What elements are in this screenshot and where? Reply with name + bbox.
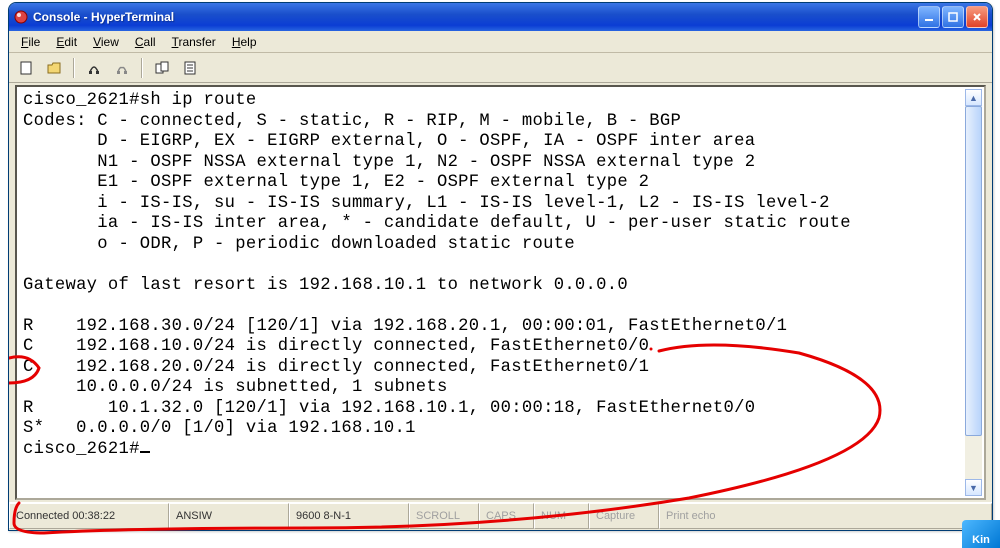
- terminal-output[interactable]: cisco_2621#sh ip route Codes: C - connec…: [19, 89, 964, 496]
- menu-call[interactable]: Call: [129, 33, 162, 51]
- status-num: NUM: [534, 503, 589, 529]
- properties-icon[interactable]: [179, 57, 201, 79]
- menu-view[interactable]: View: [87, 33, 125, 51]
- scroll-down-button[interactable]: ▼: [965, 479, 982, 496]
- status-connected: Connected 00:38:22: [9, 503, 169, 529]
- statusbar: Connected 00:38:22 ANSIW 9600 8-N-1 SCRO…: [9, 502, 992, 529]
- status-autodetect: ANSIW: [169, 503, 289, 529]
- status-capture: Capture: [589, 503, 659, 529]
- menu-file[interactable]: File: [15, 33, 46, 51]
- window-title: Console - HyperTerminal: [33, 10, 918, 24]
- disconnect-icon[interactable]: [111, 57, 133, 79]
- menubar: File Edit View Call Transfer Help: [9, 31, 992, 53]
- terminal-frame: cisco_2621#sh ip route Codes: C - connec…: [15, 85, 986, 500]
- kin-watermark: Kin: [962, 520, 1000, 548]
- maximize-button[interactable]: [942, 6, 964, 28]
- status-printecho: Print echo: [659, 503, 992, 529]
- client-area: cisco_2621#sh ip route Codes: C - connec…: [9, 83, 992, 502]
- vertical-scrollbar[interactable]: ▲ ▼: [965, 89, 982, 496]
- titlebar[interactable]: Console - HyperTerminal: [9, 3, 992, 31]
- status-scroll: SCROLL: [409, 503, 479, 529]
- menu-help[interactable]: Help: [226, 33, 263, 51]
- app-window: Console - HyperTerminal File Edit View C…: [8, 2, 993, 531]
- send-icon[interactable]: [151, 57, 173, 79]
- menu-transfer[interactable]: Transfer: [166, 33, 222, 51]
- scroll-up-button[interactable]: ▲: [965, 89, 982, 106]
- menu-edit[interactable]: Edit: [50, 33, 83, 51]
- toolbar-separator: [73, 58, 75, 78]
- toolbar-separator: [141, 58, 143, 78]
- close-button[interactable]: [966, 6, 988, 28]
- open-icon[interactable]: [43, 57, 65, 79]
- status-caps: CAPS: [479, 503, 534, 529]
- toolbar: [9, 53, 992, 83]
- new-icon[interactable]: [15, 57, 37, 79]
- minimize-button[interactable]: [918, 6, 940, 28]
- connect-icon[interactable]: [83, 57, 105, 79]
- status-settings: 9600 8-N-1: [289, 503, 409, 529]
- scroll-track[interactable]: [965, 106, 982, 479]
- scroll-thumb[interactable]: [965, 106, 982, 436]
- window-buttons: [918, 6, 988, 28]
- app-icon: [13, 9, 29, 25]
